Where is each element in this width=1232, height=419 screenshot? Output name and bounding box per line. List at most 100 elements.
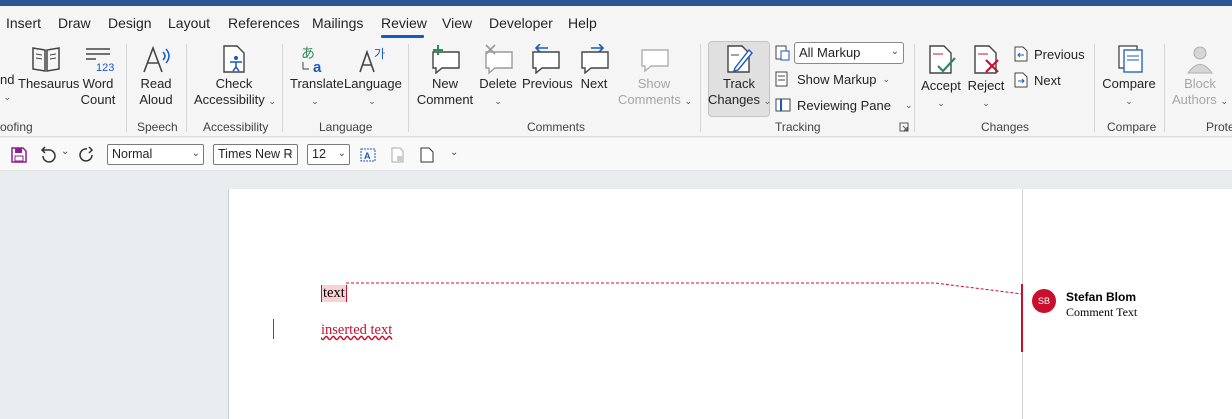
undo-dropdown-chevron-icon[interactable]: ⌄ [61,146,69,157]
document-lock-icon[interactable] [390,147,406,163]
delete-comment-button[interactable]: Delete ⌄ [478,44,518,109]
comment-text[interactable]: Comment Text [1066,305,1137,320]
word-count-button[interactable]: 123 Word Count [78,44,118,108]
chevron-down-icon: ⌄ [890,46,899,57]
reject-icon [974,45,999,74]
group-separator [914,44,915,132]
ribbon: nd ⌄ Thesaurus 123 Word Count oofing Read… [0,38,1232,137]
tab-view[interactable]: View [442,15,472,31]
tab-design[interactable]: Design [108,15,152,31]
undo-icon[interactable] [39,146,57,164]
tab-draw[interactable]: Draw [58,15,91,31]
new-document-icon[interactable] [420,147,434,163]
markup-view-select[interactable]: All Markup ⌄ [794,42,904,64]
block-authors-icon [1187,46,1213,74]
document-page[interactable] [228,189,1022,419]
new-comment-button[interactable]: New Comment [416,44,474,108]
dialog-launcher-icon[interactable] [899,122,909,132]
check-accessibility-label-1: Check [215,76,253,91]
next-label: Next [580,76,608,91]
compare-label: Compare [1102,76,1156,91]
redo-icon[interactable] [78,146,96,164]
previous-comment-button[interactable]: Previous [522,44,573,92]
group-separator [1164,44,1165,132]
reject-button[interactable]: Reject ⌄ [966,44,1006,111]
markup-view-value: All Markup [799,45,861,60]
accept-icon [929,45,956,74]
show-markup-label: Show Markup [797,71,877,87]
translate-button[interactable]: あa Translate ⌄ [290,44,344,109]
track-changes-label-2: Changes [708,92,761,107]
read-aloud-label-1: Read [140,76,172,91]
block-authors-label-1: Block [1184,76,1216,91]
previous-change-icon [1014,46,1028,62]
delete-comment-icon [485,44,513,74]
avatar: SB [1032,289,1056,313]
chevron-down-icon: ⌄ [684,96,693,106]
group-separator [282,44,283,132]
tab-developer[interactable]: Developer [489,15,553,31]
reviewing-pane-button[interactable]: Reviewing Pane ⌄ [775,97,913,113]
group-separator [186,44,187,132]
comment-author: Stefan Blom [1066,290,1137,304]
block-authors-button[interactable]: Block Authors ⌄ [1170,44,1230,109]
tab-layout[interactable]: Layout [168,15,210,31]
svg-text:123: 123 [96,62,114,74]
protect-group-label: Prote [1206,120,1232,134]
font-size-select[interactable]: 12 ⌄ [307,144,350,165]
accept-button[interactable]: Accept ⌄ [920,44,962,111]
next-comment-button[interactable]: Next [574,44,614,92]
book-icon [32,47,60,72]
commented-text[interactable]: text [321,285,347,302]
new-comment-label-1: New [431,76,458,91]
chevron-down-icon: ⌄ [494,96,502,106]
customize-toolbar-icon[interactable]: ⌄ [450,147,458,158]
chevron-down-icon: ⌄ [191,148,200,159]
font-select[interactable]: Times New R ⌄ [213,144,298,165]
previous-change-label: Previous [1034,46,1085,62]
chevron-down-icon: ⌄ [1220,96,1228,106]
track-changes-button-content[interactable]: Track Changes ⌄ [708,44,771,109]
tab-help[interactable]: Help [568,15,597,31]
style-select[interactable]: Normal ⌄ [107,144,204,165]
text-box-icon[interactable]: A [360,147,376,163]
thesaurus-button[interactable]: Thesaurus [18,44,79,92]
proofing-group-label: oofing [0,120,33,134]
compare-button[interactable]: Compare ⌄ [1100,44,1158,109]
read-aloud-button[interactable]: Read Aloud [136,44,176,108]
tab-review[interactable]: Review [381,15,427,31]
block-authors-label-2: Authors [1172,92,1217,107]
tab-insert[interactable]: Insert [6,15,41,31]
compare-group-label: Compare [1107,120,1157,134]
spelling-grammar-button[interactable]: nd ⌄ [0,72,14,105]
group-separator [408,44,409,132]
chevron-down-icon: ⌄ [982,98,990,108]
tab-mailings[interactable]: Mailings [312,15,363,31]
language-button[interactable]: 가 Language ⌄ [344,44,402,109]
track-changes-icon [727,45,753,73]
delete-label: Delete [479,76,517,91]
next-change-button[interactable]: Next [1014,72,1061,88]
check-accessibility-button[interactable]: Check Accessibility ⌄ [194,44,276,109]
next-change-label: Next [1034,72,1061,88]
save-icon[interactable] [11,147,27,163]
reject-label: Reject [967,78,1005,93]
change-bar [273,319,274,339]
show-markup-button[interactable]: Show Markup ⌄ [775,71,890,87]
chevron-down-icon: ⌄ [311,96,319,106]
show-markup-icon [775,71,788,87]
tab-references[interactable]: References [228,15,300,31]
new-comment-icon [432,45,460,74]
previous-label: Previous [522,76,573,91]
previous-change-button[interactable]: Previous [1014,46,1085,62]
tracking-group-label: Tracking [775,120,821,134]
inserted-text[interactable]: inserted text [321,322,392,339]
chevron-down-icon: ⌄ [268,96,276,106]
group-separator [700,44,701,132]
quick-access-toolbar: ⌄ Normal ⌄ Times New R ⌄ 12 ⌄ A ⌄ [0,138,1232,171]
thesaurus-label: Thesaurus [18,76,80,91]
show-comments-button[interactable]: Show Comments ⌄ [618,44,693,109]
style-value: Normal [112,147,153,161]
word-count-icon: 123 [86,48,114,74]
reviewing-pane-icon [775,98,791,112]
